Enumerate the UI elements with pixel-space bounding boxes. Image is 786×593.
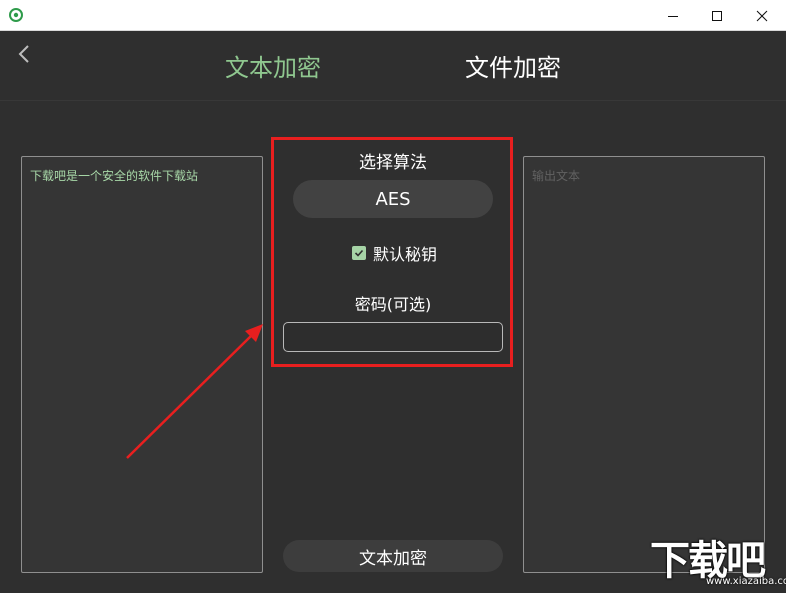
tab-file-encrypt[interactable]: 文件加密: [465, 48, 561, 83]
maximize-icon: [711, 10, 722, 21]
minimize-icon: [667, 15, 678, 17]
checkmark-icon: [354, 249, 364, 257]
default-key-checkbox-row[interactable]: 默认秘钥: [352, 241, 437, 265]
watermark-logo: 下载吧 www.xiazaiba.com: [650, 534, 786, 590]
password-label: 密码(可选): [354, 295, 432, 314]
title-bar: [0, 0, 786, 31]
algorithm-select[interactable]: AES: [293, 180, 493, 218]
app-icon: [9, 8, 23, 22]
encrypt-text-button-label: 文本加密: [359, 548, 427, 569]
close-icon: [756, 10, 767, 21]
minimize-button[interactable]: [650, 0, 695, 31]
maximize-button[interactable]: [694, 0, 739, 31]
input-text: 下载吧是一个安全的软件下载站: [30, 169, 199, 183]
watermark-url: www.xiazaiba.com: [706, 576, 786, 587]
algorithm-value: AES: [375, 188, 411, 210]
default-key-checkbox[interactable]: [352, 246, 366, 260]
input-text-area[interactable]: 下载吧是一个安全的软件下载站: [21, 156, 263, 573]
default-key-label: 默认秘钥: [373, 245, 438, 264]
tab-text-encrypt[interactable]: 文本加密: [225, 48, 321, 83]
algorithm-title: 选择算法: [359, 153, 427, 173]
header-divider: [0, 100, 786, 101]
password-input[interactable]: [283, 322, 503, 352]
encrypt-text-button[interactable]: 文本加密: [283, 540, 503, 572]
output-placeholder: 输出文本: [532, 169, 581, 183]
back-arrow-icon[interactable]: [14, 43, 34, 65]
close-button[interactable]: [739, 0, 784, 31]
output-text-area[interactable]: 输出文本: [523, 156, 765, 573]
